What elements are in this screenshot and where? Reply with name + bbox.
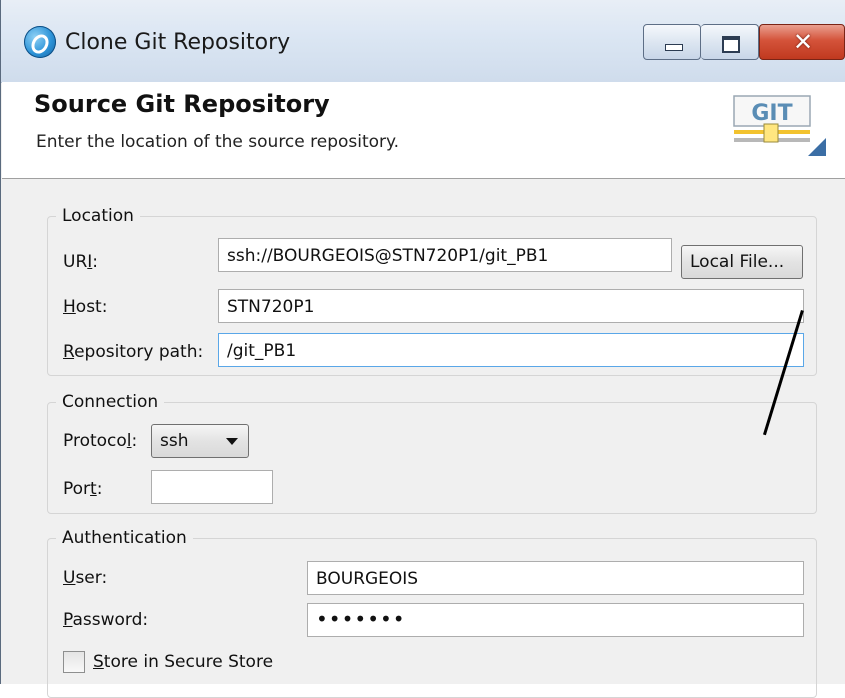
git-logo-icon: GIT [733, 95, 826, 156]
port-field[interactable] [151, 470, 273, 504]
minimize-button[interactable] [643, 24, 701, 60]
title-bar[interactable]: Clone Git Repository ✕ [1, 0, 845, 83]
wizard-header: Source Git Repository Enter the location… [2, 82, 845, 179]
window-title: Clone Git Repository [65, 30, 291, 55]
local-file-button[interactable]: Local File... [681, 245, 803, 279]
close-button[interactable]: ✕ [759, 24, 845, 60]
host-field[interactable]: STN720P1 [218, 289, 804, 323]
chevron-down-icon [226, 438, 238, 445]
page-title: Source Git Repository [34, 90, 330, 118]
protocol-label: Protocol: [63, 431, 138, 451]
maximize-button[interactable] [701, 24, 759, 60]
git-badge-text: GIT [751, 101, 792, 126]
user-label: User: [63, 568, 108, 588]
password-label: Password: [63, 610, 149, 630]
location-legend: Location [56, 206, 140, 226]
authentication-legend: Authentication [56, 528, 193, 548]
host-label: Host: [63, 297, 108, 317]
port-label: Port: [63, 479, 103, 499]
protocol-select[interactable]: ssh [151, 424, 249, 458]
store-secure-label[interactable]: Store in Secure Store [93, 652, 273, 672]
eclipse-icon [24, 26, 56, 58]
connection-legend: Connection [56, 392, 165, 412]
clone-git-dialog: Clone Git Repository ✕ Source Git Reposi… [0, 0, 845, 698]
uri-field[interactable]: ssh://BOURGEOIS@STN720P1/git_PB1 [218, 238, 672, 272]
page-description: Enter the location of the source reposit… [36, 132, 400, 152]
user-field[interactable]: BOURGEOIS [307, 561, 804, 595]
protocol-value: ssh [160, 431, 189, 451]
repository-path-field[interactable]: /git_PB1 [218, 333, 804, 367]
uri-label: URI: [63, 252, 99, 272]
close-icon: ✕ [792, 28, 814, 56]
password-field[interactable]: ••••••• [307, 603, 804, 637]
store-secure-checkbox[interactable] [63, 651, 85, 673]
repository-path-label: Repository path: [63, 342, 204, 362]
